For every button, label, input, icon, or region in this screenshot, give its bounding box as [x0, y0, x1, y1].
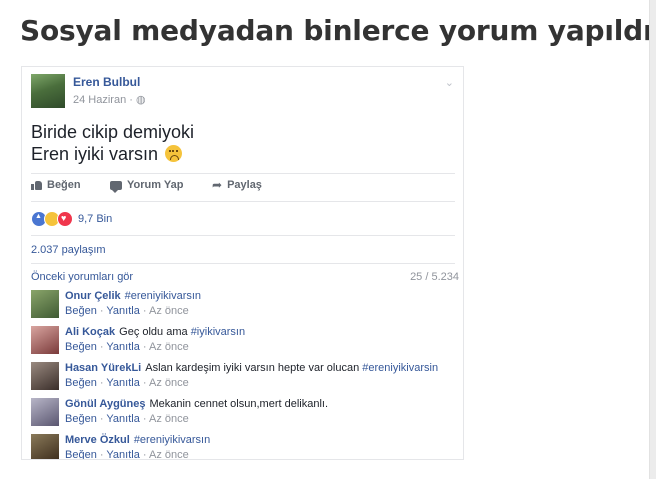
comment-hashtag[interactable]: #ereniyikivarsın	[125, 290, 201, 302]
comment-actions: Beğen · Yanıtla · Az önce	[65, 377, 189, 389]
comment-counter: 25 / 5.234	[410, 271, 459, 283]
reactions-summary[interactable]: 9,7 Bin	[31, 211, 112, 227]
comment-time: Az önce	[149, 341, 189, 353]
post-meta: 24 Haziran · ◍	[73, 93, 146, 106]
globe-icon: ◍	[135, 94, 146, 106]
comment-label: Yorum Yap	[127, 179, 184, 191]
comment-actions: Beğen · Yanıtla · Az önce	[65, 305, 189, 317]
separator: ·	[96, 413, 107, 425]
facebook-post-screenshot: Eren Bulbul 24 Haziran · ◍ ⌄ Biride ciki…	[21, 66, 464, 460]
comment-time: Az önce	[149, 305, 189, 317]
comment-like-link[interactable]: Beğen	[65, 449, 97, 459]
separator: ·	[139, 449, 149, 460]
share-label: Paylaş	[227, 179, 262, 191]
separator: ·	[96, 377, 107, 389]
comment-hashtag[interactable]: #ereniyikivarsin	[362, 362, 438, 374]
comment-body: Merve Özkul #ereniyikivarsın	[65, 434, 210, 446]
article-headline: Sosyal medyadan binlerce yorum yapıldı	[20, 14, 653, 47]
comment-time: Az önce	[149, 413, 189, 425]
comment-bubble-icon	[110, 180, 122, 193]
comment-text: Aslan kardeşim iyiki varsın hepte var ol…	[145, 362, 363, 374]
share-arrow-icon: ➦	[212, 178, 223, 192]
divider	[31, 235, 455, 236]
comment-time: Az önce	[149, 449, 189, 460]
divider	[31, 263, 455, 264]
comment-text: Geç oldu ama	[119, 326, 191, 338]
post-text-line-1: Biride cikip demiyoki	[31, 122, 195, 142]
separator: ·	[96, 341, 107, 353]
commenter-name[interactable]: Hasan YürekLi	[65, 362, 141, 374]
sad-face-emoji-icon	[165, 145, 183, 162]
post-text-line-2-text: Eren iyiki varsın	[31, 144, 159, 164]
commenter-avatar[interactable]	[31, 290, 59, 318]
comment-actions: Beğen · Yanıtla · Az önce	[65, 449, 189, 460]
commenter-name[interactable]: Gönül Aygüneş	[65, 398, 145, 410]
chevron-down-icon[interactable]: ⌄	[445, 76, 454, 89]
commenter-avatar[interactable]	[31, 398, 59, 426]
comment-text: Mekanin cennet olsun,mert delikanlı.	[149, 398, 329, 410]
post-text: Biride cikip demiyoki Eren iyiki varsın	[31, 121, 194, 165]
post-author-name[interactable]: Eren Bulbul	[73, 75, 140, 89]
comment-button[interactable]: Yorum Yap	[110, 179, 184, 193]
comment-reply-link[interactable]: Yanıtla	[106, 449, 139, 459]
comment-item: Gönül Aygüneş Mekanin cennet olsun,mert d…	[31, 398, 455, 430]
commenter-avatar[interactable]	[31, 434, 59, 459]
love-reaction-icon	[57, 211, 73, 227]
comment-item: Ali Koçak Geç oldu ama #iyikivarsın Beğen…	[31, 326, 455, 358]
post-header: Eren Bulbul 24 Haziran · ◍ ⌄	[31, 74, 456, 110]
commenter-name[interactable]: Ali Koçak	[65, 326, 115, 338]
comment-reply-link[interactable]: Yanıtla	[106, 305, 139, 317]
like-label: Beğen	[47, 179, 81, 191]
comment-like-link[interactable]: Beğen	[65, 413, 97, 425]
commenter-name[interactable]: Merve Özkul	[65, 434, 130, 446]
comment-reply-link[interactable]: Yanıtla	[106, 341, 139, 353]
meta-separator: ·	[126, 94, 136, 106]
separator: ·	[139, 413, 149, 425]
comment-body: Hasan YürekLi Aslan kardeşim iyiki varsın…	[65, 362, 438, 374]
comment-time: Az önce	[149, 377, 189, 389]
comment-body: Ali Koçak Geç oldu ama #iyikivarsın	[65, 326, 245, 338]
commenter-avatar[interactable]	[31, 362, 59, 390]
like-button[interactable]: Beğen	[31, 179, 81, 191]
commenter-name[interactable]: Onur Çelik	[65, 290, 121, 302]
separator: ·	[139, 377, 149, 389]
post-actions: Beğen Yorum Yap ➦ Paylaş	[31, 179, 455, 199]
divider	[31, 173, 455, 174]
page-scroll-strip	[649, 0, 656, 479]
comment-like-link[interactable]: Beğen	[65, 377, 97, 389]
thumbs-up-icon	[31, 180, 42, 190]
comment-item: Merve Özkul #ereniyikivarsın Beğen · Yanı…	[31, 434, 455, 460]
author-avatar[interactable]	[31, 74, 65, 108]
comment-item: Onur Çelik #ereniyikivarsın Beğen · Yanıt…	[31, 290, 455, 322]
share-button[interactable]: ➦ Paylaş	[212, 179, 262, 191]
commenter-avatar[interactable]	[31, 326, 59, 354]
divider	[31, 201, 455, 202]
share-count[interactable]: 2.037 paylaşım	[31, 244, 106, 256]
separator: ·	[96, 449, 107, 460]
previous-comments-link[interactable]: Önceki yorumları gör	[31, 271, 133, 283]
separator: ·	[139, 341, 149, 353]
separator: ·	[96, 305, 107, 317]
post-text-line-2: Eren iyiki varsın	[31, 143, 194, 165]
comment-actions: Beğen · Yanıtla · Az önce	[65, 341, 189, 353]
comment-item: Hasan YürekLi Aslan kardeşim iyiki varsın…	[31, 362, 455, 394]
comment-hashtag[interactable]: #iyikivarsın	[191, 326, 245, 338]
comment-like-link[interactable]: Beğen	[65, 341, 97, 353]
comment-reply-link[interactable]: Yanıtla	[106, 413, 139, 425]
comment-body: Gönül Aygüneş Mekanin cennet olsun,mert d…	[65, 398, 328, 410]
comment-actions: Beğen · Yanıtla · Az önce	[65, 413, 189, 425]
comment-like-link[interactable]: Beğen	[65, 305, 97, 317]
comment-body: Onur Çelik #ereniyikivarsın	[65, 290, 201, 302]
comment-reply-link[interactable]: Yanıtla	[106, 377, 139, 389]
comment-hashtag[interactable]: #ereniyikivarsın	[134, 434, 210, 446]
post-date[interactable]: 24 Haziran	[73, 94, 126, 106]
reaction-count[interactable]: 9,7 Bin	[78, 213, 112, 225]
separator: ·	[139, 305, 149, 317]
